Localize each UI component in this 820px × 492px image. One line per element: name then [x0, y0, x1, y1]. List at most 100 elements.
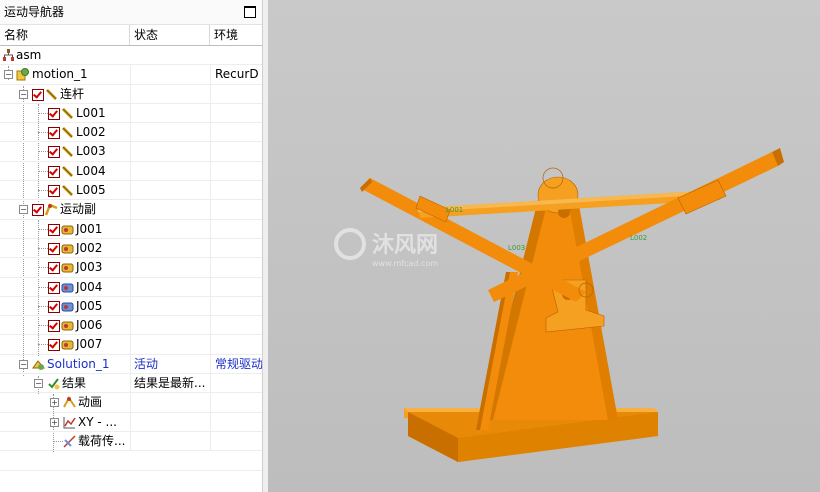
visibility-checkbox[interactable]	[48, 300, 60, 313]
tree-label: J005	[76, 298, 103, 313]
tree-row-link[interactable]: L003	[0, 142, 262, 162]
tree-label: J002	[76, 240, 103, 255]
column-status[interactable]: 状态	[130, 25, 210, 45]
env-cell	[210, 219, 262, 239]
tree-label: 结果	[62, 376, 87, 391]
revolute-joint-icon	[61, 263, 74, 273]
tree-row-joint[interactable]: J006	[0, 316, 262, 336]
tree-row-link[interactable]: L005	[0, 181, 262, 201]
tree-row-link[interactable]: L004	[0, 161, 262, 182]
visibility-checkbox[interactable]	[48, 320, 60, 333]
tree-guide	[38, 151, 48, 153]
visibility-checkbox[interactable]	[48, 223, 60, 236]
tree-row-load-transfer[interactable]: 载荷传...	[0, 431, 262, 452]
tree-guide	[38, 170, 48, 172]
status-cell	[130, 65, 214, 85]
watermark-url: www.mfcad.com	[372, 259, 438, 268]
link-icon	[61, 146, 74, 158]
env-cell	[210, 412, 262, 432]
graphics-viewport[interactable]: L001 L003 L002 沐风网 www.mfcad.com	[268, 0, 820, 492]
visibility-checkbox[interactable]	[48, 165, 60, 178]
status-cell	[130, 200, 214, 220]
mechanism-model[interactable]: L001 L003 L002 沐风网 www.mfcad.com	[268, 0, 820, 492]
tree-row-joint[interactable]: J005	[0, 296, 262, 317]
env-cell	[210, 181, 262, 201]
visibility-checkbox[interactable]	[48, 339, 60, 352]
collapse-toggle[interactable]: −	[19, 205, 28, 215]
slider-block	[677, 179, 727, 215]
expand-toggle[interactable]: +	[50, 417, 59, 427]
tree-row-xy-graph[interactable]: + XY - ...	[0, 412, 262, 432]
tree-guide	[38, 267, 48, 269]
status-cell: 活动	[130, 354, 214, 374]
tree-row-empty	[0, 451, 262, 471]
tree-label: L002	[76, 125, 106, 140]
tree-row-link[interactable]: L001	[0, 103, 262, 124]
tree-row-joint[interactable]: J007	[0, 335, 262, 355]
visibility-checkbox[interactable]	[32, 204, 44, 217]
tree-row-asm[interactable]: asm	[0, 46, 262, 66]
animation-icon	[63, 396, 76, 408]
status-cell	[130, 103, 214, 123]
expand-toggle[interactable]: +	[50, 398, 59, 408]
joint-folder-icon	[45, 203, 58, 216]
tree-label: L003	[76, 144, 106, 159]
tree-guide	[38, 132, 48, 134]
visibility-checkbox[interactable]	[48, 185, 60, 198]
status-cell	[130, 335, 214, 355]
column-name[interactable]: 名称	[0, 25, 130, 45]
visibility-checkbox[interactable]	[32, 88, 44, 101]
visibility-checkbox[interactable]	[48, 262, 60, 275]
link-icon	[61, 185, 74, 197]
status-cell	[130, 238, 214, 258]
tree-row-link[interactable]: L002	[0, 123, 262, 143]
tree-row-joint[interactable]: J002	[0, 238, 262, 259]
tree-label: asm	[16, 48, 42, 62]
link-icon	[61, 107, 74, 119]
env-cell	[210, 84, 262, 104]
link-icon	[61, 165, 74, 177]
visibility-checkbox[interactable]	[48, 281, 60, 294]
slider-joint-icon	[61, 302, 74, 312]
env-cell	[210, 123, 262, 143]
env-cell	[210, 142, 262, 162]
visibility-checkbox[interactable]	[48, 242, 60, 255]
env-cell	[210, 103, 262, 123]
tree-label: 运动副	[60, 202, 97, 217]
status-cell: 结果是最新...	[130, 374, 214, 394]
column-env[interactable]: 环境	[210, 25, 262, 45]
tree-row-links[interactable]: − 连杆	[0, 84, 262, 104]
restore-window-button[interactable]	[244, 6, 256, 18]
visibility-checkbox[interactable]	[48, 107, 60, 120]
tree-row-joint[interactable]: J004	[0, 277, 262, 297]
tree-row-results[interactable]: − 结果 结果是最新...	[0, 374, 262, 394]
column-headers: 名称 状态 环境	[0, 25, 262, 46]
collapse-toggle[interactable]: −	[19, 89, 28, 99]
watermark: 沐风网 www.mfcad.com	[334, 228, 438, 268]
tree-row-joint[interactable]: J001	[0, 219, 262, 239]
watermark-text: 沐风网	[372, 233, 438, 258]
visibility-checkbox[interactable]	[48, 127, 60, 140]
load-transfer-icon	[63, 435, 76, 448]
collapse-toggle[interactable]: −	[4, 70, 13, 80]
env-cell	[210, 277, 262, 297]
env-cell	[210, 374, 262, 394]
tree-row-motion[interactable]: − motion_1 RecurD	[0, 65, 262, 85]
tree-label: motion_1	[32, 67, 88, 82]
tree-guide	[38, 286, 48, 288]
revolute-joint-icon	[61, 244, 74, 254]
tree-guide	[53, 440, 63, 442]
tree-guide	[38, 325, 48, 327]
link-icon	[61, 127, 74, 139]
tree-row-joints[interactable]: − 运动副	[0, 200, 262, 220]
tree-row-joint[interactable]: J003	[0, 258, 262, 278]
visibility-checkbox[interactable]	[48, 146, 60, 159]
collapse-toggle[interactable]: −	[34, 379, 43, 389]
label-l002: L002	[630, 234, 647, 242]
tree-row-animation[interactable]: + 动画	[0, 393, 262, 413]
tree-row-solution[interactable]: − Solution_1 活动 常规驱动	[0, 354, 262, 375]
env-cell: RecurD	[210, 65, 262, 85]
status-cell	[130, 431, 214, 451]
collapse-toggle[interactable]: −	[19, 359, 28, 369]
label-l003: L003	[508, 244, 525, 252]
